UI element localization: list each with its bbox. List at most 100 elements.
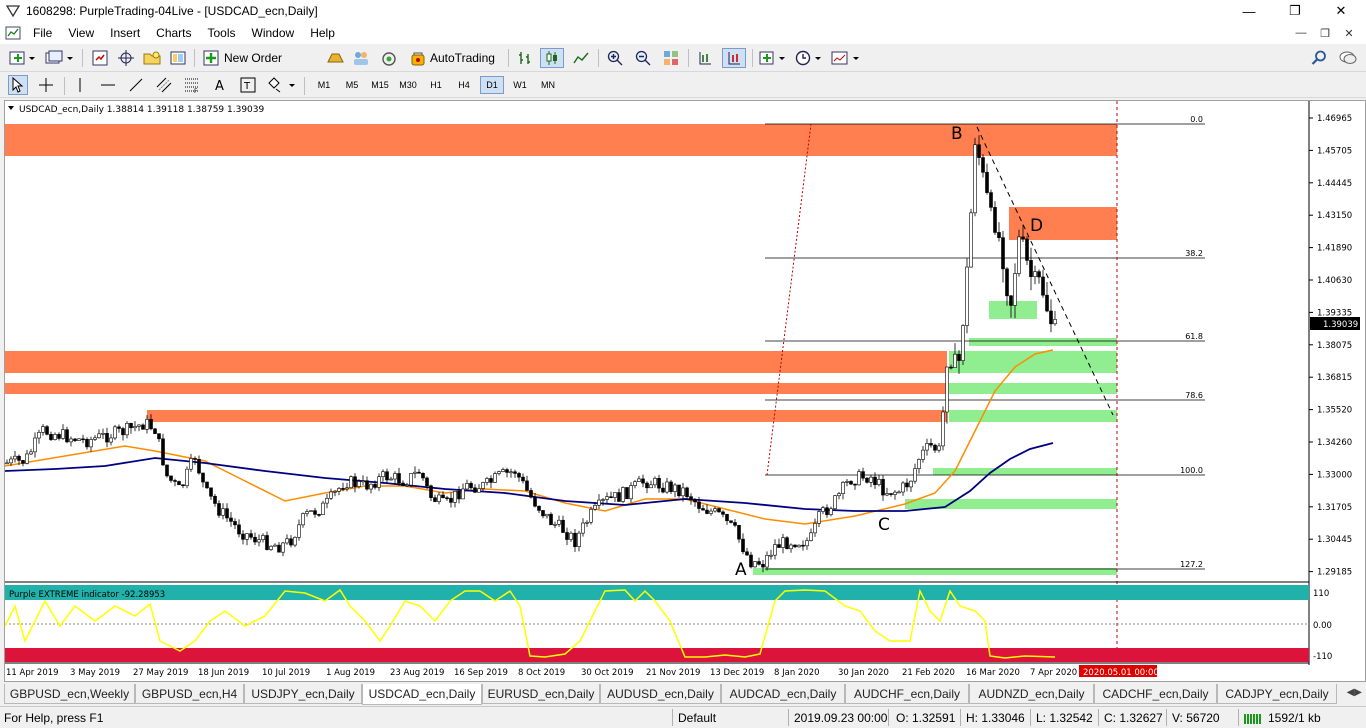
chart-window[interactable]: 0.0 38.2 61.8 78.6 100.0 127.2 A B C D 1… bbox=[4, 100, 1366, 682]
candle-body bbox=[1045, 294, 1049, 312]
people-icon[interactable] bbox=[350, 48, 372, 68]
cursor-icon[interactable] bbox=[8, 75, 28, 95]
price-chart[interactable]: 0.0 38.2 61.8 78.6 100.0 127.2 A B C D 1… bbox=[5, 101, 1365, 681]
candle-body bbox=[1005, 268, 1009, 297]
date-tick: 21 Feb 2020 bbox=[902, 668, 955, 678]
candle-body bbox=[285, 538, 289, 544]
candle-body bbox=[73, 438, 77, 441]
menu-help[interactable]: Help bbox=[302, 22, 343, 44]
tf-d1-button[interactable]: D1 bbox=[480, 76, 504, 94]
autotrading-button[interactable]: AutoTrading bbox=[430, 48, 500, 68]
fibonacci-trend-line[interactable] bbox=[766, 123, 812, 476]
candle-body bbox=[65, 429, 69, 443]
bar-chart-icon[interactable] bbox=[514, 48, 536, 68]
templates-button[interactable] bbox=[830, 48, 862, 68]
menu-tools[interactable]: Tools bbox=[200, 22, 244, 44]
auto-scroll-icon[interactable] bbox=[722, 48, 746, 68]
menu-charts[interactable]: Charts bbox=[148, 22, 199, 44]
indicator-band-top bbox=[5, 585, 1309, 600]
indicators-button[interactable] bbox=[758, 48, 788, 68]
candle-body bbox=[177, 481, 181, 486]
date-tick: 8 Jan 2020 bbox=[774, 668, 820, 678]
text-icon[interactable]: A bbox=[210, 75, 230, 95]
channel-icon[interactable] bbox=[154, 75, 174, 95]
line-chart-icon[interactable] bbox=[570, 48, 592, 68]
menu-window[interactable]: Window bbox=[244, 22, 303, 44]
menu-view[interactable]: View bbox=[60, 22, 102, 44]
mdi-close-button[interactable]: ✕ bbox=[1338, 22, 1360, 44]
tab-gbpusd-h4[interactable]: GBPUSD_ecn,H4 bbox=[135, 684, 244, 704]
tab-cadchf-daily[interactable]: CADCHF_ecn,Daily bbox=[1094, 684, 1217, 704]
candle-body bbox=[181, 484, 185, 487]
fibonacci-icon[interactable]: F bbox=[182, 75, 202, 95]
tab-audcad-daily[interactable]: AUDCAD_ecn,Daily bbox=[721, 684, 845, 704]
tab-cadjpy-daily[interactable]: CADJPY_ecn,Daily bbox=[1217, 684, 1337, 704]
candle-body bbox=[445, 497, 449, 500]
tab-scroll-arrows-icon[interactable]: ◀▶ bbox=[1347, 687, 1362, 698]
candle-body bbox=[69, 438, 73, 443]
tab-usdcad-daily[interactable]: USDCAD_ecn,Daily bbox=[362, 684, 482, 705]
candle-body bbox=[149, 419, 153, 430]
candle-body bbox=[833, 495, 837, 509]
tile-windows-icon[interactable] bbox=[660, 48, 682, 68]
gold-bars-icon[interactable] bbox=[324, 48, 346, 68]
tab-audusd-daily[interactable]: AUDUSD_ecn,Daily bbox=[600, 684, 721, 704]
candle-body bbox=[1021, 236, 1025, 240]
candlestick-chart-icon[interactable] bbox=[540, 48, 564, 68]
tab-audnzd-daily[interactable]: AUDNZD_ecn,Daily bbox=[969, 684, 1094, 704]
tf-m5-button[interactable]: M5 bbox=[340, 76, 364, 94]
tab-usdjpy-daily[interactable]: USDJPY_ecn,Daily bbox=[244, 684, 362, 704]
tf-h1-button[interactable]: H1 bbox=[424, 76, 448, 94]
close-button[interactable]: ✕ bbox=[1318, 0, 1364, 22]
status-profile[interactable]: Default bbox=[678, 711, 716, 725]
autotrading-icon[interactable] bbox=[408, 48, 428, 68]
tf-m1-button[interactable]: M1 bbox=[312, 76, 336, 94]
horizontal-line-icon[interactable] bbox=[98, 75, 118, 95]
chat-icon[interactable] bbox=[1336, 48, 1360, 68]
candle-body bbox=[245, 533, 249, 540]
tf-m15-button[interactable]: M15 bbox=[368, 76, 392, 94]
navigator-folder-icon[interactable] bbox=[142, 48, 162, 68]
tab-audchf-daily[interactable]: AUDCHF_ecn,Daily bbox=[845, 684, 969, 704]
candle-body bbox=[201, 472, 205, 483]
tf-m30-button[interactable]: M30 bbox=[396, 76, 420, 94]
vertical-line-icon[interactable] bbox=[70, 75, 90, 95]
tf-mn-button[interactable]: MN bbox=[536, 76, 560, 94]
tab-eurusd-daily[interactable]: EURUSD_ecn,Daily bbox=[482, 684, 600, 704]
mdi-restore-button[interactable]: ❐ bbox=[1314, 22, 1336, 44]
chart-shift-icon[interactable] bbox=[694, 48, 716, 68]
tab-gbpusd-weekly[interactable]: GBPUSD_ecn,Weekly bbox=[4, 684, 135, 704]
menu-insert[interactable]: Insert bbox=[102, 22, 148, 44]
trendline-icon[interactable] bbox=[126, 75, 146, 95]
zoom-out-icon[interactable] bbox=[632, 48, 654, 68]
candle-body bbox=[597, 499, 601, 506]
text-label-icon[interactable]: T bbox=[238, 75, 258, 95]
signal-icon[interactable] bbox=[378, 48, 400, 68]
zoom-in-icon[interactable] bbox=[604, 48, 626, 68]
new-order-icon[interactable] bbox=[200, 48, 224, 68]
menu-file[interactable]: File bbox=[25, 22, 60, 44]
wave-label-d: D bbox=[1030, 216, 1043, 236]
maximize-button[interactable]: ❐ bbox=[1272, 0, 1318, 22]
candle-body bbox=[481, 482, 485, 489]
candle-body bbox=[549, 513, 553, 526]
candle-body bbox=[981, 157, 985, 173]
tf-h4-button[interactable]: H4 bbox=[452, 76, 476, 94]
tf-w1-button[interactable]: W1 bbox=[508, 76, 532, 94]
new-chart-button[interactable] bbox=[8, 48, 38, 68]
crosshair-nav-icon[interactable] bbox=[116, 48, 136, 68]
search-icon[interactable] bbox=[1308, 48, 1330, 68]
new-order-button[interactable]: New Order bbox=[224, 48, 294, 68]
candle-body bbox=[385, 471, 389, 481]
mdi-minimize-button[interactable]: — bbox=[1290, 22, 1312, 44]
crosshair-icon[interactable] bbox=[36, 75, 56, 95]
market-watch-icon[interactable] bbox=[90, 48, 110, 68]
demand-zone-3 bbox=[949, 351, 1117, 373]
periods-button[interactable] bbox=[794, 48, 824, 68]
minimize-button[interactable]: — bbox=[1226, 0, 1272, 22]
arrows-button[interactable] bbox=[266, 75, 298, 95]
terminal-icon[interactable] bbox=[168, 48, 188, 68]
candle-body bbox=[849, 481, 853, 485]
candle-body bbox=[985, 171, 989, 193]
profiles-button[interactable] bbox=[44, 48, 76, 68]
